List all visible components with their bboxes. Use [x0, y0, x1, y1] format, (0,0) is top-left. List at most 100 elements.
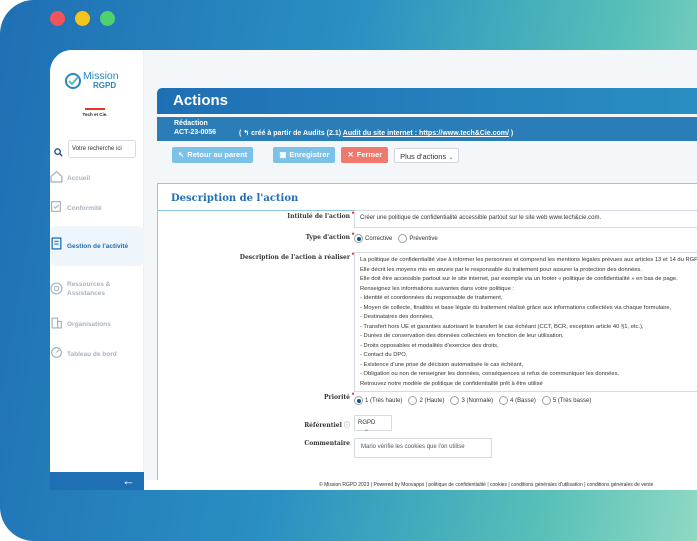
more-actions-label: Plus d'actions [400, 151, 447, 161]
sidebar-item-conformite[interactable]: Conformité [50, 193, 144, 223]
created-from-text: ( ↰ créé à partir de Audits (2.1) [239, 130, 342, 137]
arrow-left-icon[interactable]: ← [122, 473, 135, 488]
description-line: - Moyen de collecte, finalités et base l… [360, 304, 672, 311]
description-line: - Existence d'une prise de décision auto… [360, 361, 524, 368]
title-label-text: Intitulé de l'action [287, 213, 350, 220]
radio-label: Préventive [409, 235, 438, 242]
brand-logo: Mission RGPD [83, 71, 119, 91]
priority-label: Priorité • [324, 391, 355, 401]
back-to-parent-label: Retour au parent [187, 150, 248, 159]
action-title-field[interactable]: Créer une politique de confidentialité a… [354, 210, 697, 228]
description-line: Retrouvez notre modèle de politique de c… [360, 380, 543, 387]
sidebar-item-gestion[interactable]: Gestion de l'activité [50, 226, 144, 266]
search-input[interactable]: Votre recherche ici [68, 140, 136, 158]
more-actions-select[interactable]: Plus d'actions ⌄ [394, 147, 460, 163]
document-icon [51, 237, 62, 250]
sidebar-item-label: Organisations [67, 320, 111, 328]
home-icon [50, 170, 63, 183]
description-line: La politique de confidentialité vise à i… [360, 257, 697, 263]
compliance-icon [51, 201, 61, 212]
toolbar: ↖ Retour au parent ▣ Enregistrer ✕ Ferme… [172, 147, 460, 163]
type-label: Type d'action • [306, 231, 355, 241]
description-textarea[interactable]: La politique de confidentialité vise à i… [354, 252, 697, 392]
page-title-bar: Actions [157, 88, 697, 114]
chevron-down-icon: ⌄ [364, 427, 370, 433]
comment-label: Commentaire [304, 440, 350, 447]
priority-5-radio[interactable]: 5 (Très basse) [541, 396, 592, 405]
record-status: Rédaction [174, 120, 208, 127]
description-line: - Identité et coordonnées du responsable… [360, 295, 503, 301]
type-corrective-radio[interactable]: Corrective [354, 234, 392, 243]
audit-link[interactable]: Audit du site internet : https://www.tec… [343, 130, 509, 137]
section-title: Description de l'action [171, 193, 299, 204]
priority-3-radio[interactable]: 3 (Normale) [450, 396, 493, 405]
dashboard-icon [51, 347, 62, 358]
radio-label: 5 (Très basse) [552, 397, 592, 404]
page-title: Actions [173, 92, 229, 109]
sidebar: Mission RGPD Tech et Cie. Votre recherch… [50, 50, 144, 490]
close-label: Fermer [356, 150, 383, 159]
collapse-bar: ← [50, 472, 144, 490]
title-label: Intitulé de l'action• [287, 210, 355, 220]
referential-label: Référentiel ⓘ [304, 420, 350, 429]
created-from-close: ) [510, 130, 514, 137]
description-line: - Obligation ou non de renseigner les do… [360, 371, 620, 377]
referential-select[interactable]: RGPD ⌄ [354, 415, 392, 433]
description-line: Elle doit être accessible partout sur le… [360, 276, 678, 282]
chevron-down-icon: ⌄ [448, 154, 454, 161]
sidebar-item-ressources[interactable]: Ressources & Assistances [50, 269, 144, 309]
radio-circle [354, 396, 363, 405]
referential-label-text: Référentiel [304, 422, 342, 429]
description-line: - Destinataires des données, [360, 314, 434, 320]
sidebar-nav: Accueil Conformité Gestion de l'activité… [50, 163, 144, 369]
back-to-parent-button[interactable]: ↖ Retour au parent [172, 147, 254, 163]
save-label: Enregistrer [289, 150, 330, 159]
priority-1-radio[interactable]: 1 (Très haute) [354, 396, 402, 405]
action-type-radios: Corrective Préventive [354, 234, 438, 243]
radio-label: Corrective [365, 235, 393, 242]
radio-label: 1 (Très haute) [365, 397, 403, 404]
window-controls [50, 11, 115, 26]
priority-2-radio[interactable]: 2 (Haute) [408, 396, 444, 405]
app-window: Mission RGPD Tech et Cie. Votre recherch… [50, 50, 697, 490]
description-line: - Durées de conservation des données col… [360, 333, 564, 339]
save-icon: ▣ [279, 150, 287, 159]
maximize-window-dot[interactable] [100, 11, 115, 26]
priority-radios: 1 (Très haute) 2 (Haute) 3 (Normale) 4 (… [354, 396, 591, 405]
radio-circle [450, 396, 460, 405]
brand-sub: RGPD [93, 81, 117, 90]
type-preventive-radio[interactable]: Préventive [398, 234, 438, 243]
comment-textarea[interactable]: Mario vérifie les cookies que l'on utili… [354, 438, 492, 458]
radio-label: 4 (Basse) [510, 397, 536, 404]
priority-4-radio[interactable]: 4 (Basse) [499, 396, 536, 405]
company-name: Tech et Cie. [82, 112, 108, 117]
radio-circle [499, 396, 509, 405]
radio-circle [354, 234, 363, 243]
sidebar-item-accueil[interactable]: Accueil [50, 163, 144, 193]
help-icon [50, 282, 63, 295]
record-code: ACT-23-0056 [174, 129, 217, 136]
radio-label: 2 (Haute) [419, 397, 445, 404]
radio-circle [541, 396, 551, 405]
building-icon [51, 317, 62, 329]
description-label: Description de l'action à réaliser • [240, 251, 355, 261]
sidebar-item-label: Ressources & Assistances [67, 281, 111, 297]
sidebar-item-label: Accueil [67, 174, 91, 182]
sidebar-item-label: Gestion de l'activité [67, 242, 129, 250]
close-button[interactable]: ✕ Fermer [341, 147, 389, 163]
help-icon[interactable]: ⓘ [344, 422, 350, 429]
radio-circle [408, 396, 418, 405]
sidebar-item-tableau[interactable]: Tableau de bord [50, 339, 144, 369]
referential-value: RGPD [358, 420, 376, 426]
save-button[interactable]: ▣ Enregistrer [273, 147, 336, 163]
radio-circle [398, 234, 408, 243]
minimize-window-dot[interactable] [75, 11, 90, 26]
footer: © Mission RGPD 2023 | Powered by Moovapp… [144, 480, 697, 490]
close-window-dot[interactable] [50, 11, 65, 26]
sidebar-item-organisations[interactable]: Organisations [50, 309, 144, 339]
priority-label-text: Priorité [324, 394, 350, 401]
search-icon[interactable] [54, 144, 63, 162]
company-logo: Tech et Cie. [78, 108, 112, 117]
comment-label-text: Commentaire [304, 440, 350, 447]
description-line: Elle décrit les moyens mis en œuvre par … [360, 266, 642, 273]
